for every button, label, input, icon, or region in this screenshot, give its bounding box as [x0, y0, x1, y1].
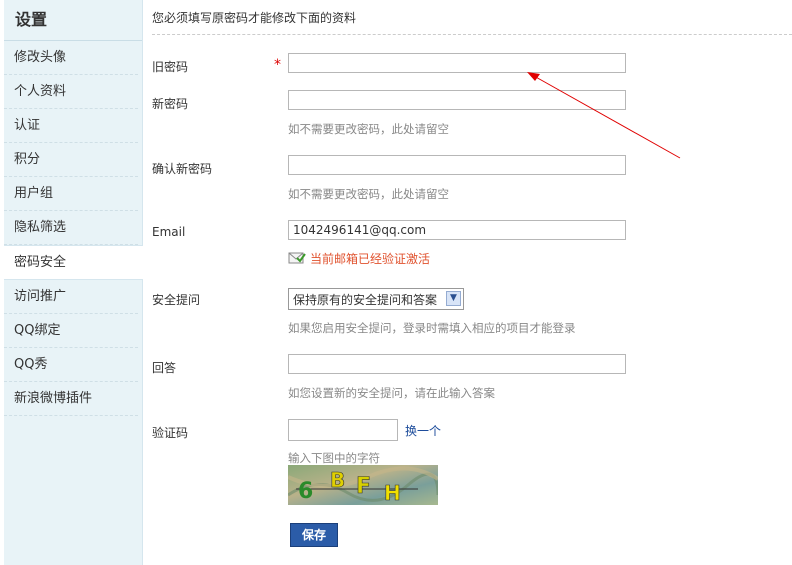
captcha-char-3: F	[356, 474, 371, 499]
password-form: 您必须填写原密码才能修改下面的资料 旧密码 * 新密码 如不需要更改密码，此处请…	[143, 0, 792, 565]
sidebar-item-verification[interactable]: 认证	[4, 109, 138, 143]
new-password-input[interactable]	[288, 90, 626, 110]
sidebar-item-profile[interactable]: 个人资料	[4, 75, 138, 109]
captcha-input[interactable]	[288, 419, 398, 441]
new-password-hint: 如不需要更改密码，此处请留空	[288, 122, 449, 136]
captcha-char-1: 6	[298, 479, 313, 504]
notice-divider	[152, 34, 792, 35]
form-notice: 您必须填写原密码才能修改下面的资料	[152, 11, 357, 25]
required-mark: *	[274, 57, 281, 73]
change-captcha-link[interactable]: 换一个	[405, 422, 441, 439]
envelope-check-icon	[288, 251, 306, 267]
sidebar-item-avatar[interactable]: 修改头像	[4, 41, 138, 75]
sidebar-item-password-security[interactable]: 密码安全	[4, 245, 143, 280]
confirm-password-label: 确认新密码	[152, 162, 213, 176]
old-password-input[interactable]	[288, 53, 626, 73]
sidebar-title: 设置	[4, 0, 142, 41]
captcha-hint: 输入下图中的字符	[288, 451, 380, 465]
email-input[interactable]	[288, 220, 626, 240]
sidebar-item-privacy[interactable]: 隐私筛选	[4, 211, 138, 245]
security-question-label: 安全提问	[152, 293, 201, 307]
security-question-hint: 如果您启用安全提问，登录时需填入相应的项目才能登录	[288, 321, 576, 335]
email-status: 当前邮箱已经验证激活	[288, 250, 430, 267]
settings-sidebar: 设置 修改头像 个人资料 认证 积分 用户组 隐私筛选 密码安全 访问推广 QQ…	[4, 0, 143, 565]
sidebar-item-usergroup[interactable]: 用户组	[4, 177, 138, 211]
new-password-label: 新密码	[152, 97, 189, 111]
email-label: Email	[152, 225, 186, 239]
captcha-image[interactable]: 6 B F H	[287, 465, 440, 505]
answer-input[interactable]	[288, 354, 626, 374]
sidebar-item-promotion[interactable]: 访问推广	[4, 280, 138, 314]
captcha-char-4: H	[384, 481, 401, 505]
sidebar-item-weibo-plugin[interactable]: 新浪微博插件	[4, 382, 138, 416]
confirm-password-hint: 如不需要更改密码，此处请留空	[288, 187, 449, 201]
email-status-text: 当前邮箱已经验证激活	[310, 252, 431, 266]
chevron-down-icon[interactable]: ▼	[446, 291, 461, 306]
sidebar-item-qq-bind[interactable]: QQ绑定	[4, 314, 138, 348]
sidebar-item-qq-show[interactable]: QQ秀	[4, 348, 138, 382]
sidebar-item-points[interactable]: 积分	[4, 143, 138, 177]
captcha-label: 验证码	[152, 426, 189, 440]
old-password-label: 旧密码	[152, 60, 189, 74]
security-question-select[interactable]: 保持原有的安全提问和答案 ▼	[288, 288, 464, 310]
confirm-password-input[interactable]	[288, 155, 626, 175]
answer-label: 回答	[152, 361, 177, 375]
security-question-selected: 保持原有的安全提问和答案	[293, 292, 438, 307]
captcha-char-2: B	[330, 468, 345, 492]
answer-hint: 如您设置新的安全提问，请在此输入答案	[288, 386, 495, 400]
save-button[interactable]: 保存	[290, 523, 338, 547]
